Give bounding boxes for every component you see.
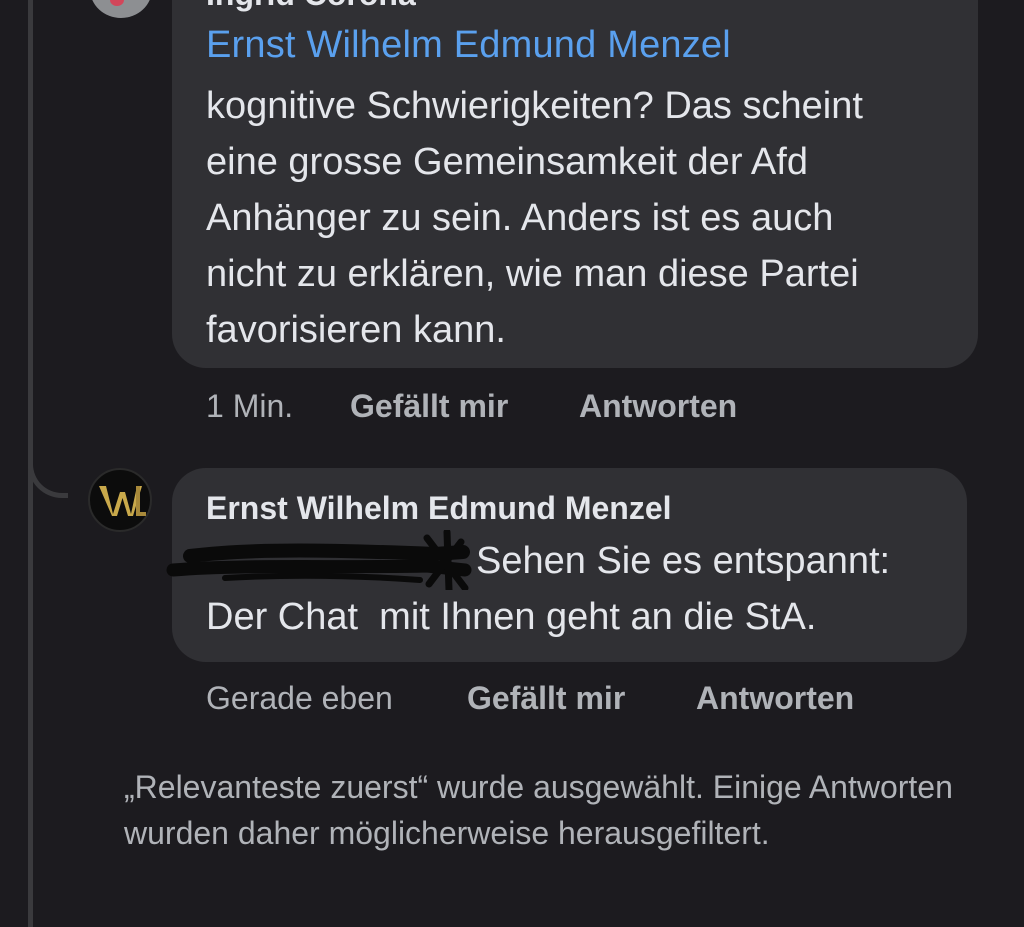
comment-time: 1 Min.: [206, 388, 294, 424]
avatar-heart: [110, 0, 124, 6]
comment-text: Sehen Sie es entspannt:: [476, 540, 891, 582]
filter-notice: „Relevanteste zuerst“ wurde ausgewählt. …: [124, 769, 953, 851]
comment-author[interactable]: Ernst Wilhelm Edmund Menzel: [206, 490, 672, 527]
thread-connector: [28, 440, 68, 498]
reply-button[interactable]: Antworten: [696, 680, 854, 717]
comment-author[interactable]: Ingrid Corona: [206, 0, 416, 13]
comment-time: Gerade eben: [206, 680, 393, 716]
avatar[interactable]: [88, 468, 152, 532]
redaction-scribble: [166, 530, 472, 590]
comment-text: Der Chat mit Ihnen geht an die StA.: [206, 596, 817, 638]
reply-button[interactable]: Antworten: [579, 388, 737, 425]
like-button[interactable]: Gefällt mir: [467, 680, 625, 717]
avatar[interactable]: [90, 0, 152, 18]
mention-link[interactable]: Ernst Wilhelm Edmund Menzel: [206, 24, 731, 67]
comment-text: kognitive Schwierigkeiten? Das scheint e…: [206, 85, 863, 351]
like-button[interactable]: Gefällt mir: [350, 388, 508, 425]
w-logo-icon: [99, 486, 146, 516]
